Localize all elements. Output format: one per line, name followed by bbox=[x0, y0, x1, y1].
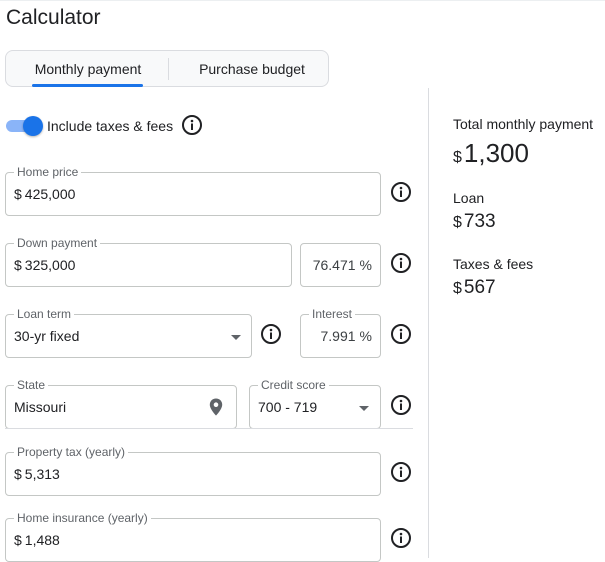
interest-rate: 7.991 bbox=[320, 328, 356, 344]
currency-symbol: $ bbox=[14, 257, 22, 273]
currency-symbol: $ bbox=[14, 186, 22, 202]
taxes-fees-label: Taxes & fees bbox=[453, 256, 534, 272]
info-icon[interactable] bbox=[181, 114, 203, 136]
home-price-value: $425,000 bbox=[14, 186, 75, 202]
tab-separator bbox=[168, 58, 169, 80]
loan-term-select[interactable]: Loan term 30-yr fixed bbox=[5, 307, 252, 358]
currency-symbol: $ bbox=[14, 466, 22, 482]
loan-term-label: Loan term bbox=[14, 307, 75, 321]
toggle-thumb bbox=[23, 116, 43, 136]
location-pin-icon[interactable] bbox=[209, 398, 223, 421]
credit-score-value: 700 - 719 bbox=[258, 399, 318, 415]
down-payment-percent: 76.471% bbox=[313, 257, 372, 273]
tab-purchase-budget[interactable]: Purchase budget bbox=[178, 51, 326, 86]
top-border bbox=[0, 0, 605, 1]
loan-amount: 733 bbox=[463, 211, 496, 232]
percent-unit: % bbox=[359, 257, 372, 273]
tab-selected-indicator bbox=[32, 84, 143, 87]
state-label: State bbox=[14, 378, 49, 392]
credit-score-select[interactable]: Credit score 700 - 719 bbox=[249, 378, 381, 429]
down-payment-amount: 325,000 bbox=[24, 257, 76, 273]
property-tax-field[interactable]: Property tax (yearly) $5,313 bbox=[5, 445, 381, 496]
chevron-down-icon bbox=[231, 335, 241, 340]
home-insurance-amount: 1,488 bbox=[24, 532, 60, 548]
property-tax-value: $5,313 bbox=[14, 466, 60, 482]
taxes-fees-value: $567 bbox=[453, 277, 496, 299]
currency-symbol: $ bbox=[453, 280, 462, 297]
home-insurance-value: $1,488 bbox=[14, 532, 60, 548]
credit-score-label: Credit score bbox=[258, 378, 329, 392]
down-payment-percent-field[interactable]: 76.471% bbox=[300, 243, 381, 287]
state-value: Missouri bbox=[14, 399, 67, 415]
down-payment-value: $325,000 bbox=[14, 257, 75, 273]
currency-symbol: $ bbox=[453, 149, 462, 166]
property-tax-label: Property tax (yearly) bbox=[14, 445, 129, 459]
total-monthly-payment-label: Total monthly payment bbox=[453, 116, 594, 132]
interest-value: 7.991% bbox=[321, 328, 373, 344]
info-icon[interactable] bbox=[390, 181, 412, 203]
include-taxes-toggle[interactable] bbox=[6, 116, 43, 136]
loan-label: Loan bbox=[453, 190, 485, 206]
interest-label: Interest bbox=[309, 307, 356, 321]
page-title: Calculator bbox=[6, 6, 101, 29]
info-icon[interactable] bbox=[390, 527, 412, 549]
info-icon[interactable] bbox=[390, 323, 412, 345]
loan-value: $733 bbox=[453, 211, 496, 233]
info-icon[interactable] bbox=[390, 252, 412, 274]
currency-symbol: $ bbox=[453, 214, 462, 231]
tab-monthly-payment[interactable]: Monthly payment bbox=[24, 51, 152, 86]
tab-group: Monthly payment Purchase budget bbox=[5, 50, 329, 87]
home-price-amount: 425,000 bbox=[24, 186, 76, 202]
down-payment-label: Down payment bbox=[14, 236, 101, 250]
home-price-label: Home price bbox=[14, 165, 82, 179]
total-monthly-payment-amount: 1,300 bbox=[463, 138, 529, 168]
home-price-field[interactable]: Home price $425,000 bbox=[5, 165, 381, 216]
info-icon[interactable] bbox=[390, 394, 412, 416]
percent-unit: % bbox=[359, 328, 372, 344]
down-payment-percent-value: 76.471 bbox=[312, 257, 356, 273]
down-payment-field[interactable]: Down payment $325,000 bbox=[5, 236, 292, 287]
state-field[interactable]: State Missouri bbox=[5, 378, 237, 429]
panel-divider bbox=[428, 88, 429, 558]
currency-symbol: $ bbox=[14, 532, 22, 548]
home-insurance-field[interactable]: Home insurance (yearly) $1,488 bbox=[5, 511, 381, 562]
info-icon[interactable] bbox=[390, 461, 412, 483]
info-icon[interactable] bbox=[260, 323, 282, 345]
include-taxes-label: Include taxes & fees bbox=[47, 118, 174, 134]
home-insurance-label: Home insurance (yearly) bbox=[14, 511, 151, 525]
taxes-fees-amount: 567 bbox=[463, 277, 496, 298]
property-tax-amount: 5,313 bbox=[24, 466, 60, 482]
interest-field[interactable]: Interest 7.991% bbox=[300, 307, 381, 358]
loan-term-value: 30-yr fixed bbox=[14, 328, 80, 344]
total-monthly-payment-value: $1,300 bbox=[453, 138, 529, 169]
chevron-down-icon bbox=[359, 406, 369, 411]
section-divider bbox=[5, 428, 413, 429]
